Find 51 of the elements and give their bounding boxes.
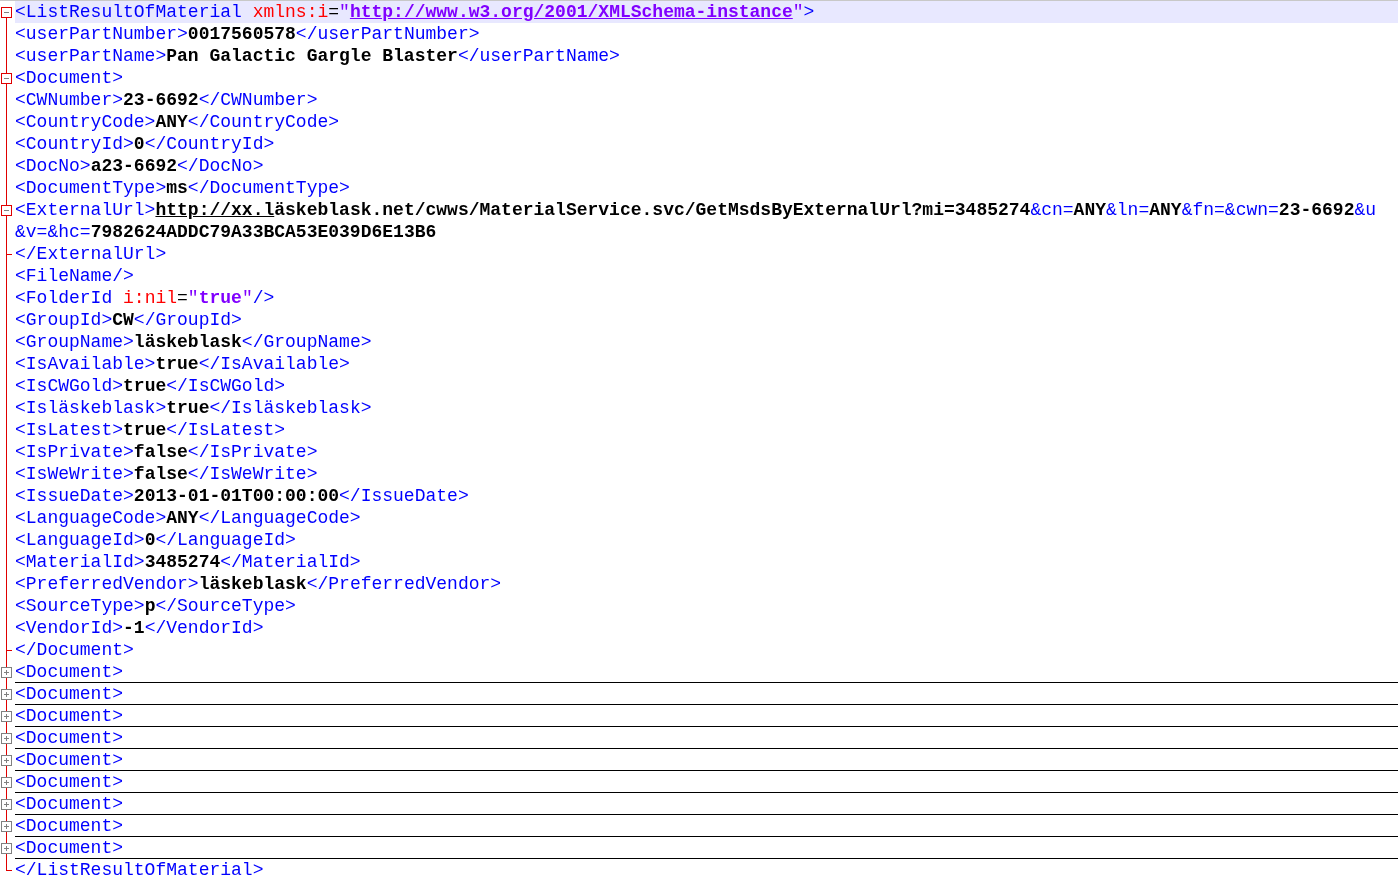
code-line: <GroupName>läskeblask</GroupName> bbox=[15, 331, 373, 353]
code-line: <DocumentType>ms</DocumentType> bbox=[15, 177, 351, 199]
code-line: <CountryCode>ANY</CountryCode> bbox=[15, 111, 341, 133]
code-line: <Document> bbox=[15, 727, 1398, 749]
code-line: <userPartName>Pan Galactic Gargle Blaster</userPartName> bbox=[15, 45, 621, 67]
code-line: </ListResultOfMaterial> bbox=[15, 859, 265, 880]
code-line: <IssueDate>2013-01-01T00:00:00</IssueDate> bbox=[15, 485, 470, 507]
code-line: <FolderId i:nil="true"/> bbox=[15, 287, 276, 309]
code-line: <userPartNumber>0017560578</userPartNumber> bbox=[15, 23, 481, 45]
code-line: <IsLatest>true</IsLatest> bbox=[15, 419, 287, 441]
code-line: <DocNo>a23-6692</DocNo> bbox=[15, 155, 265, 177]
code-line: <SourceType>p</SourceType> bbox=[15, 595, 297, 617]
code-line: <MaterialId>3485274</MaterialId> bbox=[15, 551, 362, 573]
expand-icon[interactable] bbox=[1, 821, 12, 832]
code-line: </ExternalUrl> bbox=[15, 243, 168, 265]
code-line: <Document> bbox=[15, 749, 1398, 771]
code-line: </Document> bbox=[15, 639, 135, 661]
code-line: <IsAvailable>true</IsAvailable> bbox=[15, 353, 351, 375]
expand-icon[interactable] bbox=[1, 755, 12, 766]
expand-icon[interactable] bbox=[1, 711, 12, 722]
code-line: <PreferredVendor>läskeblask</PreferredVendor> bbox=[15, 573, 503, 595]
collapse-icon[interactable] bbox=[1, 7, 12, 18]
expand-icon[interactable] bbox=[1, 777, 12, 788]
code-line: <Document> bbox=[15, 661, 1398, 683]
code-line: <CWNumber>23-6692</CWNumber> bbox=[15, 89, 319, 111]
code-line: <Document> bbox=[15, 815, 1398, 837]
code-line: <CountryId>0</CountryId> bbox=[15, 133, 276, 155]
code-line: <Document> bbox=[15, 683, 1398, 705]
expand-icon[interactable] bbox=[1, 667, 12, 678]
code-line: <IsWeWrite>false</IsWeWrite> bbox=[15, 463, 319, 485]
expand-icon[interactable] bbox=[1, 799, 12, 810]
code-line: <LanguageCode>ANY</LanguageCode> bbox=[15, 507, 362, 529]
code-line: <VendorId>-1</VendorId> bbox=[15, 617, 265, 639]
code-line: <LanguageId>0</LanguageId> bbox=[15, 529, 297, 551]
code-line: <Isläskeblask>true</Isläskeblask> bbox=[15, 397, 373, 419]
code-line: <Document> bbox=[15, 793, 1398, 815]
code-line: <IsPrivate>false</IsPrivate> bbox=[15, 441, 319, 463]
collapse-icon[interactable] bbox=[1, 73, 12, 84]
code-line: <Document> bbox=[15, 771, 1398, 793]
expand-icon[interactable] bbox=[1, 689, 12, 700]
code-line: <Document> bbox=[15, 705, 1398, 727]
expand-icon[interactable] bbox=[1, 733, 12, 744]
code-line: <Document> bbox=[15, 67, 125, 89]
code-line: <IsCWGold>true</IsCWGold> bbox=[15, 375, 287, 397]
code-line: <ExternalUrl>http://xx.läskeblask.net/cwws/MaterialService.svc/GetMsdsByExternalUrl?mi=3485274&cn=ANY&ln=ANY&fn=&cwn=23-6692&u bbox=[15, 199, 1378, 221]
code-line: <GroupId>CW</GroupId> bbox=[15, 309, 243, 331]
expand-icon[interactable] bbox=[1, 843, 12, 854]
code-line: &v=&hc=7982624ADDC79A33BCA53E039D6E13B6 bbox=[15, 221, 438, 243]
code-line: <Document> bbox=[15, 837, 1398, 859]
collapse-icon[interactable] bbox=[1, 205, 12, 216]
code-line: <FileName/> bbox=[15, 265, 135, 287]
